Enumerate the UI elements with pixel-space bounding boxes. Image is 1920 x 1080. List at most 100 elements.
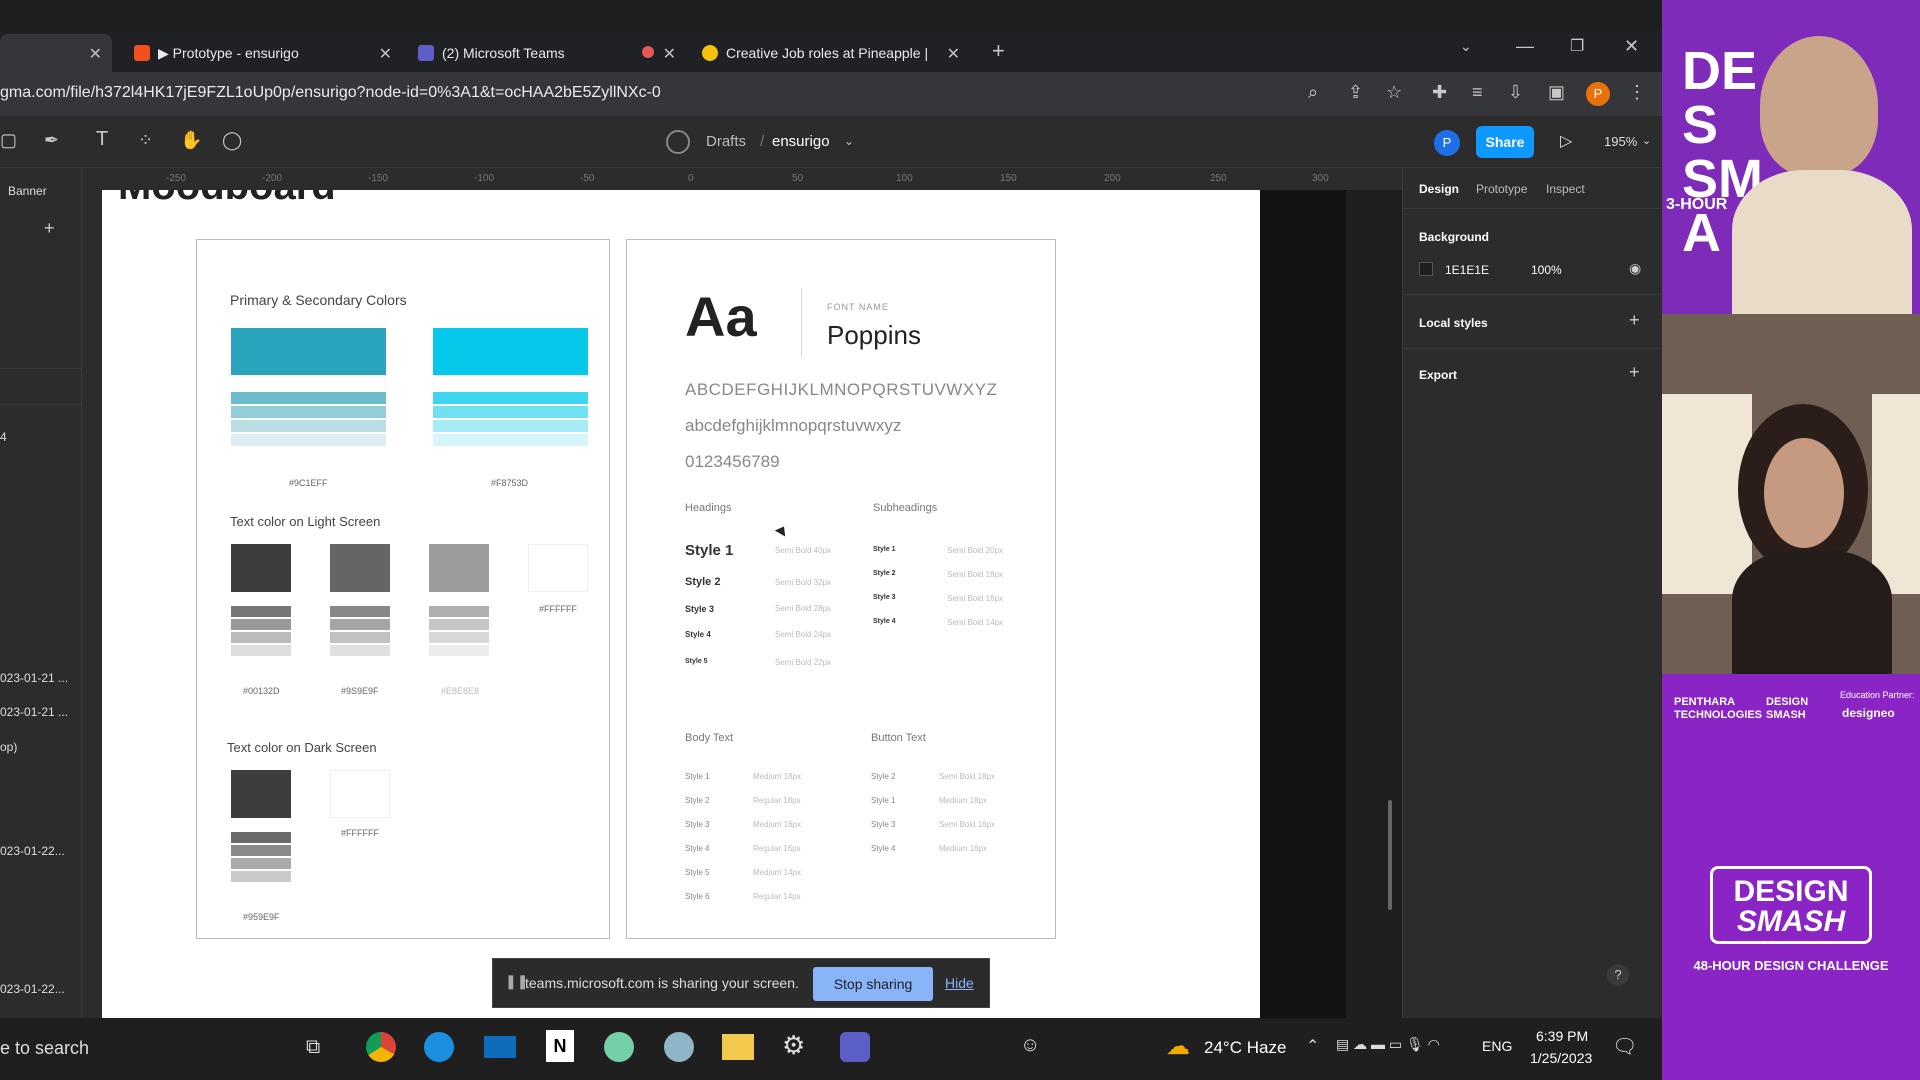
recording-icon	[642, 46, 654, 58]
file-explorer-icon[interactable]	[722, 1034, 754, 1060]
close-icon[interactable]: ✕	[379, 44, 392, 64]
weather-text[interactable]: 24°C Haze	[1204, 1038, 1286, 1058]
help-button[interactable]: ?	[1607, 964, 1629, 986]
page-selector[interactable]: Banner	[8, 184, 47, 198]
secondary-swatch[interactable]	[433, 328, 588, 375]
light-screen-title: Text color on Light Screen	[230, 514, 381, 529]
pen-tool-icon[interactable]: ✒	[44, 130, 59, 151]
mail-icon[interactable]	[484, 1036, 516, 1058]
screen-sharing-bar: ❚❚ teams.microsoft.com is sharing your s…	[492, 958, 990, 1008]
layer-item[interactable]: 4	[0, 430, 7, 444]
restore-icon[interactable]: ❐	[1570, 36, 1584, 56]
horizontal-ruler: -250 -200 -150 -100 -50 0 50 100 150 200…	[82, 168, 1402, 190]
person-body	[1732, 170, 1912, 314]
text-swatch-light[interactable]	[429, 544, 489, 592]
hide-sharing-bar-link[interactable]: Hide	[945, 975, 974, 991]
new-tab-icon[interactable]: +	[992, 38, 1005, 64]
tab-figma-home[interactable]: ✕	[0, 34, 112, 72]
bg-hex-input[interactable]: 1E1E1E	[1445, 263, 1489, 277]
app-icon[interactable]	[664, 1032, 694, 1062]
add-export-icon[interactable]: +	[1629, 362, 1640, 383]
profile-avatar[interactable]: P	[1586, 82, 1610, 106]
extensions-icon[interactable]: ✚	[1432, 82, 1447, 103]
taskbar-search[interactable]: e to search	[0, 1038, 89, 1059]
chevron-down-icon[interactable]: ⌄	[1642, 134, 1651, 147]
task-view-icon[interactable]: ⧉	[306, 1036, 320, 1059]
tab-teams[interactable]: (2) Microsoft Teams ✕	[406, 34, 686, 72]
tray-chevron-icon[interactable]: ⌃	[1306, 1036, 1319, 1056]
app-icon[interactable]	[604, 1032, 634, 1062]
file-name[interactable]: ensurigo	[772, 133, 830, 150]
present-play-icon[interactable]: ▷	[1560, 131, 1572, 151]
breadcrumb-drafts[interactable]: Drafts	[706, 133, 746, 150]
notifications-icon[interactable]: 🗨	[1612, 1034, 1637, 1059]
hand-tool-icon[interactable]: ✋	[180, 130, 202, 151]
typography-card[interactable]: Aa FONT NAME Poppins ABCDEFGHIJKLMNOPQRS…	[626, 239, 1056, 939]
text-swatch-white[interactable]	[528, 544, 588, 592]
components-icon[interactable]: ⁘	[138, 130, 153, 151]
user-avatar[interactable]: P	[1434, 130, 1460, 156]
tab-prototype[interactable]: ▶ Prototype - ensurigo ✕	[122, 34, 402, 72]
share-button[interactable]: Share	[1476, 126, 1534, 158]
vertical-ruler	[82, 190, 102, 1018]
chevron-down-icon[interactable]: ⌄	[1460, 38, 1472, 55]
share-page-icon[interactable]: ⇪	[1348, 82, 1363, 103]
download-icon[interactable]: ⇩	[1508, 82, 1523, 103]
zoom-level[interactable]: 195%	[1604, 134, 1637, 149]
dark-bg-swatch[interactable]	[231, 770, 291, 818]
text-tool-icon[interactable]: T	[96, 128, 108, 151]
dark-white-swatch[interactable]	[330, 770, 390, 818]
bookmark-star-icon[interactable]: ☆	[1386, 82, 1402, 103]
language-indicator[interactable]: ENG	[1482, 1038, 1512, 1054]
address-bar[interactable]: gma.com/file/h372l4HK17jE9FZL1oUp0p/ensu…	[0, 72, 1662, 116]
tab-pineapple[interactable]: Creative Job roles at Pineapple | ✕	[690, 34, 970, 72]
text-swatch-mid[interactable]	[330, 544, 390, 592]
close-window-icon[interactable]: ✕	[1624, 36, 1639, 57]
reading-list-icon[interactable]: ≡	[1472, 82, 1483, 103]
clock-date[interactable]: 1/25/2023	[1530, 1050, 1592, 1066]
bg-color-chip[interactable]	[1419, 262, 1433, 276]
layer-item[interactable]: 023-01-22...	[0, 982, 65, 996]
zoom-icon[interactable]: ⌕	[1308, 82, 1318, 103]
layer-item[interactable]: 023-01-21 ...	[0, 705, 68, 719]
chrome-icon[interactable]	[366, 1032, 396, 1062]
tray-icons[interactable]: ▤ ☁ ▬ ▭ 🎙 ◠	[1336, 1036, 1440, 1053]
chevron-down-icon[interactable]: ⌄	[844, 134, 854, 148]
url-text[interactable]: gma.com/file/h372l4HK17jE9FZL1oUp0p/ensu…	[0, 84, 661, 102]
local-styles-title: Local styles	[1419, 316, 1488, 330]
moodboard-frame[interactable]: Moodboard Primary & Secondary Colors #9C…	[102, 190, 1260, 1018]
add-page-icon[interactable]: +	[44, 218, 55, 239]
tab-design[interactable]: Design	[1419, 182, 1459, 196]
more-vert-icon[interactable]: ⋮	[1628, 82, 1646, 103]
layer-item[interactable]: op)	[0, 740, 17, 754]
stop-sharing-button[interactable]: Stop sharing	[813, 967, 933, 1001]
layer-item[interactable]: 023-01-21 ...	[0, 671, 68, 685]
tab-prototype[interactable]: Prototype	[1476, 182, 1527, 196]
side-panel-icon[interactable]: ▣	[1548, 82, 1565, 103]
canvas-scrollbar[interactable]	[1388, 800, 1392, 910]
browser-tab-bar: ✕ ▶ Prototype - ensurigo ✕ (2) Microsoft …	[0, 30, 1662, 72]
colors-card[interactable]: Primary & Secondary Colors #9C1EFF #F875…	[196, 239, 610, 939]
bg-opacity-input[interactable]: 100%	[1531, 263, 1562, 277]
notion-icon[interactable]: N	[546, 1030, 574, 1062]
clock-time[interactable]: 6:39 PM	[1536, 1028, 1588, 1044]
comment-tool-icon[interactable]: ◯	[222, 130, 242, 151]
dark-screen-title: Text color on Dark Screen	[227, 740, 377, 755]
primary-swatch[interactable]	[231, 328, 386, 375]
close-icon[interactable]: ✕	[947, 44, 960, 64]
add-style-icon[interactable]: +	[1629, 310, 1640, 331]
edge-icon[interactable]	[424, 1032, 454, 1062]
close-icon[interactable]: ✕	[89, 44, 102, 64]
eye-icon[interactable]: ◉	[1629, 260, 1641, 277]
frame-tool-icon[interactable]: ▢	[0, 130, 17, 151]
tab-inspect[interactable]: Inspect	[1546, 182, 1585, 196]
people-icon[interactable]: ☺	[1020, 1034, 1040, 1057]
layer-item[interactable]: 023-01-22...	[0, 844, 65, 858]
layers-panel: Banner + 4 023-01-21 ... 023-01-21 ... o…	[0, 168, 82, 1018]
close-icon[interactable]: ✕	[663, 44, 676, 64]
minimize-icon[interactable]: —	[1516, 36, 1534, 57]
figma-canvas[interactable]: Moodboard Primary & Secondary Colors #9C…	[102, 190, 1402, 1018]
teams-icon[interactable]	[840, 1032, 870, 1062]
text-swatch-dark[interactable]	[231, 544, 291, 592]
settings-gear-icon[interactable]: ⚙	[782, 1030, 805, 1061]
